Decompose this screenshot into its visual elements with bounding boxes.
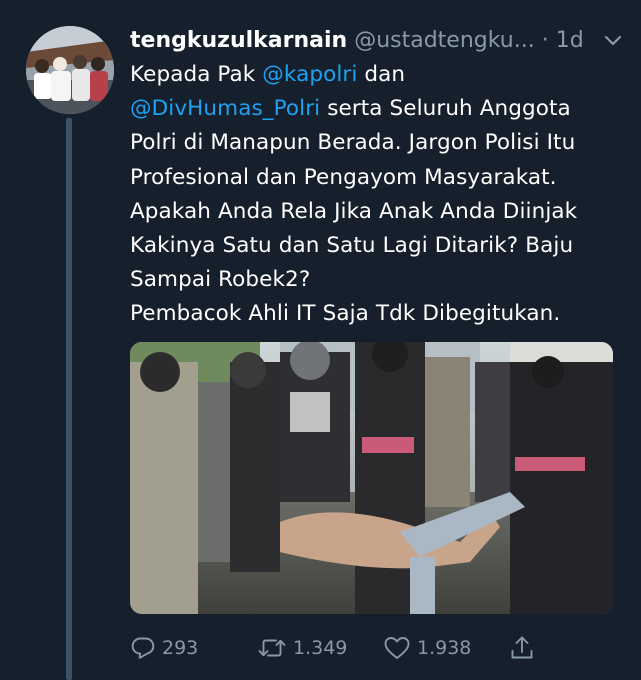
tweet-text-segment: dan [357, 62, 406, 87]
tweet-text-segment: Kakinya Satu dan Satu Lagi Ditarik? Baju [130, 233, 574, 259]
retweet-count: 1.349 [293, 637, 348, 659]
author-handle[interactable]: @ustadtengku... [354, 28, 535, 53]
tweet-text-segment: serta Seluruh Anggota [320, 96, 571, 122]
tweet-text-segment: Kepada Pak [130, 62, 263, 87]
tweet: tengkuzulkarnain @ustadtengku... · 1d Ke… [0, 0, 641, 680]
thread-line [66, 118, 72, 680]
tweet-text-line: Profesional dan Pengayom Masyarakat. [130, 161, 630, 195]
tweet-text-line: @DivHumas_Polri serta Seluruh Anggota [130, 92, 630, 126]
reply-button[interactable]: 293 [130, 632, 198, 664]
tweet-text-segment: Apakah Anda Rela Jika Anak Anda Diinjak [130, 198, 578, 224]
tweet-text-line: Polri di Manapun Berada. Jargon Polisi I… [130, 126, 630, 160]
tweet-media-image[interactable] [130, 342, 613, 614]
mention-link[interactable]: @kapolri [262, 62, 357, 87]
tweet-text-segment: Profesional dan Pengayom Masyarakat. [130, 164, 557, 190]
chevron-down-icon[interactable] [598, 26, 628, 56]
separator-dot: · [541, 28, 549, 53]
author-display-name[interactable]: tengkuzulkarnain [130, 28, 347, 53]
heart-icon [384, 637, 410, 659]
avatar-photo [26, 26, 114, 114]
tweet-text-line: Sampai Robek2? [130, 263, 630, 297]
tweet-timestamp[interactable]: 1d [556, 28, 584, 53]
photo [130, 342, 613, 614]
tweet-actions: 293 1.349 1.938 [130, 632, 630, 664]
tweet-text-segment: Sampai Robek2? [130, 267, 311, 293]
tweet-text-line: Pembacok Ahli IT Saja Tdk Dibegitukan. [130, 297, 630, 331]
retweet-button[interactable]: 1.349 [257, 632, 347, 664]
reply-icon [131, 637, 155, 659]
retweet-icon [258, 639, 286, 657]
tweet-header: tengkuzulkarnain @ustadtengku... · 1d [130, 26, 630, 56]
mention-link[interactable]: @DivHumas_Polri [130, 96, 320, 121]
share-button[interactable] [508, 632, 542, 664]
reply-count: 293 [162, 637, 199, 659]
avatar[interactable] [26, 26, 114, 114]
tweet-text-line: Kakinya Satu dan Satu Lagi Ditarik? Baju [130, 229, 630, 263]
share-icon [511, 636, 533, 659]
like-button[interactable]: 1.938 [383, 632, 471, 664]
like-count: 1.938 [417, 637, 472, 659]
tweet-text-line: Apakah Anda Rela Jika Anak Anda Diinjak [130, 195, 630, 229]
tweet-text: Kepada Pak @kapolri dan @DivHumas_Polri s… [130, 58, 630, 332]
tweet-text-line: Kepada Pak @kapolri dan [130, 58, 630, 92]
tweet-text-segment: Polri di Manapun Berada. Jargon Polisi I… [130, 130, 576, 156]
tweet-text-segment: Pembacok Ahli IT Saja Tdk Dibegitukan. [130, 301, 561, 327]
